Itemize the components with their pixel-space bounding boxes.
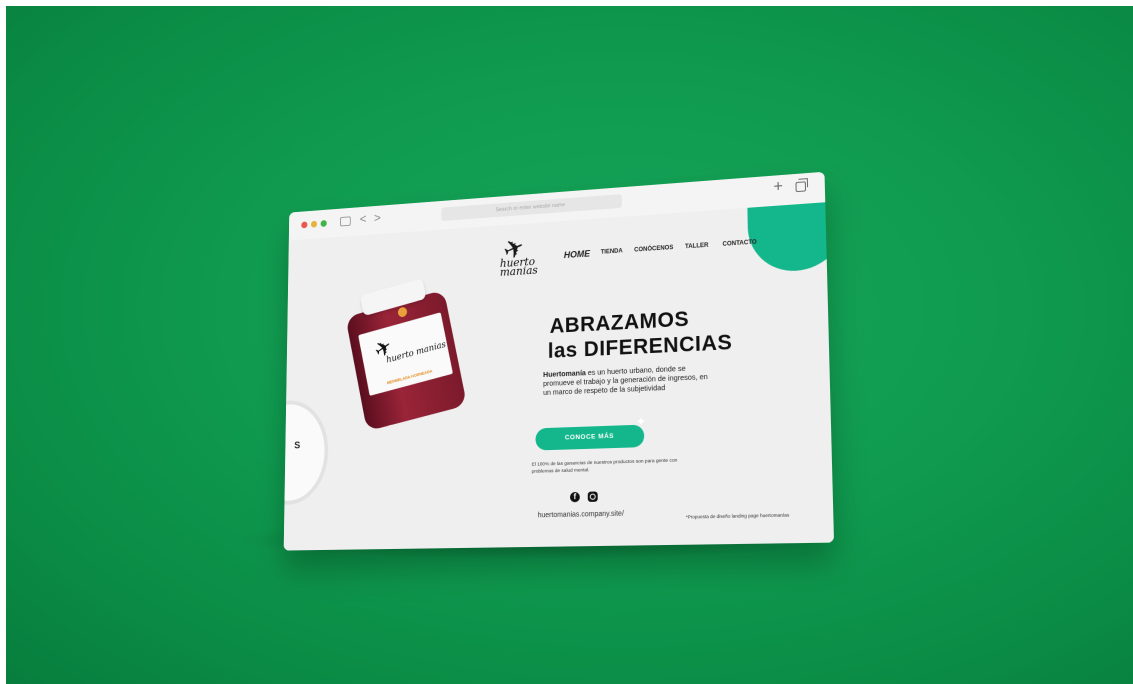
sparkle-icon: ✦ [635, 414, 647, 429]
design-footnote: *Propuesta de diseño landing page huerto… [685, 512, 790, 520]
mockup-scene: < > Search or enter website name + ✈ hue… [0, 0, 1133, 684]
address-bar[interactable]: Search or enter website name [441, 194, 622, 222]
plate-label: S [294, 440, 301, 452]
plate-image [283, 399, 329, 506]
sidebar-icon[interactable] [340, 216, 351, 227]
nav-taller[interactable]: TALLER [685, 243, 709, 251]
site-logo[interactable]: ✈ huerto manias [499, 231, 552, 284]
site-url-link[interactable]: huertomanias.company.site/ [538, 510, 624, 519]
nav-home[interactable]: HOME [564, 249, 590, 261]
logo-text: huerto manias [499, 255, 538, 279]
decorative-blob [746, 202, 835, 274]
minimize-window-button[interactable] [310, 220, 318, 228]
browser-window: < > Search or enter website name + ✈ hue… [283, 171, 835, 551]
nav-tienda[interactable]: TIENDA [601, 248, 623, 255]
intro-paragraph: Huertomanía es un huerto urbano, donde s… [543, 362, 718, 397]
back-button[interactable]: < [360, 211, 367, 226]
instagram-icon[interactable] [587, 491, 598, 502]
tabs-overview-icon[interactable] [795, 181, 807, 193]
new-tab-icon[interactable]: + [773, 178, 783, 197]
nav-conocenos[interactable]: CONÓCENOS [634, 245, 673, 254]
jam-jar-image: ✈ huerto manias MERMELADA HORNEADA [338, 272, 472, 433]
landing-page: ✈ huerto manias HOME TIENDA CONÓCENOS TA… [283, 202, 835, 551]
maximize-window-button[interactable] [320, 219, 327, 227]
close-window-button[interactable] [301, 221, 308, 229]
forward-button[interactable]: > [374, 210, 381, 225]
profits-note: El 100% de las ganancias de nuestros pro… [531, 458, 678, 475]
conoce-mas-button[interactable]: CONOCE MÁS [535, 424, 645, 451]
facebook-icon[interactable]: f [569, 491, 580, 503]
